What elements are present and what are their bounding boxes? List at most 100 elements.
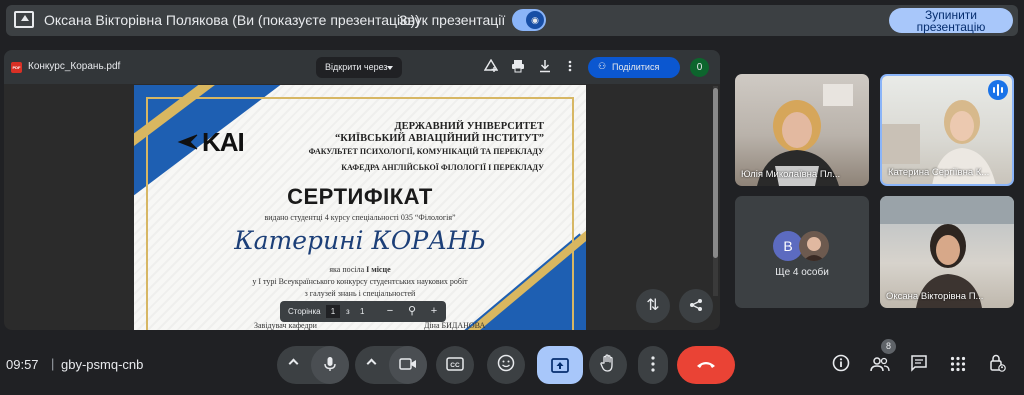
raise-hand-button[interactable] — [589, 346, 627, 384]
participant-photo-avatar — [799, 231, 829, 261]
audio-bar — [997, 84, 999, 96]
more-participants-tile[interactable]: В Ще 4 особи — [735, 196, 869, 308]
end-call-button[interactable] — [677, 346, 735, 384]
hand-icon — [600, 354, 613, 372]
present-screen-icon — [14, 11, 34, 28]
swap-arrows-icon[interactable]: ⇅ — [636, 289, 670, 323]
place-prefix: яка посіла — [329, 265, 365, 274]
participant-name: Юлія Миколаївна Пл... — [741, 169, 841, 180]
place-value: І місце — [366, 265, 391, 274]
camera-button[interactable] — [389, 346, 427, 384]
microphone-button[interactable] — [311, 346, 349, 384]
add-to-drive-icon[interactable] — [484, 59, 498, 73]
competition-round-text: у І турі Всеукраїнського конкурсу студен… — [252, 277, 468, 286]
university-name-line1: ДЕРЖАВНИЙ УНІВЕРСИТЕТ — [394, 121, 544, 132]
presentation-sound-label: Звук презентації — [399, 12, 506, 28]
present-now-button[interactable] — [537, 346, 583, 384]
audio-bar — [993, 87, 995, 93]
reactions-button[interactable] — [487, 346, 525, 384]
microphone-icon — [324, 357, 336, 371]
participant-tile-self[interactable]: Оксана Вікторівна П... — [880, 196, 1014, 308]
meeting-details-button[interactable] — [828, 352, 854, 378]
audio-options-chevron-icon[interactable] — [288, 358, 299, 369]
logo-text: KAI — [202, 127, 245, 157]
page-separator: з — [346, 307, 350, 316]
speaking-indicator-icon — [988, 80, 1008, 100]
kai-logo: KAI — [177, 127, 245, 158]
closed-captions-icon: CC — [446, 357, 464, 371]
open-with-dropdown[interactable]: Відкрити через — [316, 57, 402, 78]
issued-to-text: видано студентці 4 курсу спеціальності 0… — [264, 213, 456, 222]
pdf-file-icon: PDF — [11, 62, 22, 73]
avatar-photo — [803, 237, 825, 261]
university-name-line2: “КИЇВСЬКИЙ АВІАЦІЙНИЙ ІНСТИТУТ” — [335, 133, 544, 144]
apps-grid-icon — [950, 356, 966, 372]
share-nodes-icon — [690, 299, 702, 311]
chat-button[interactable] — [906, 352, 932, 378]
more-vertical-icon — [651, 356, 655, 372]
video-controls — [355, 346, 427, 384]
more-vertical-icon[interactable] — [563, 59, 577, 73]
signature-name: Діна БИДАНОВА — [424, 321, 486, 330]
participant-tile-speaking[interactable]: Катерина Сергіївна К... — [880, 74, 1014, 186]
share-label: Поділитися — [612, 62, 660, 72]
person-add-icon: ⚇ — [598, 61, 607, 71]
activities-button[interactable] — [945, 352, 971, 378]
faculty-name: ФАКУЛЬТЕТ ПСИХОЛОГІЇ, КОМУНІКАЦІЙ ТА ПЕР… — [308, 147, 544, 156]
participant-tile[interactable]: Юлія Миколаївна Пл... — [735, 74, 869, 186]
info-icon — [832, 354, 850, 372]
current-time: 09:57 — [6, 357, 39, 372]
airplane-icon — [177, 134, 198, 150]
zoom-out-icon[interactable]: − — [383, 304, 397, 318]
more-options-button[interactable] — [638, 346, 668, 384]
viewer-count: 0 — [690, 58, 709, 77]
captions-button[interactable]: CC — [436, 346, 474, 384]
place-text: яка посіла І місце — [134, 265, 586, 274]
zoom-in-icon[interactable]: + — [427, 304, 441, 318]
more-people-label: Ще 4 особи — [775, 267, 829, 278]
chat-icon — [911, 355, 927, 372]
camera-icon — [399, 358, 416, 370]
host-controls-button[interactable] — [984, 352, 1010, 378]
page-number-input[interactable]: 1 — [326, 305, 340, 318]
video-options-chevron-icon[interactable] — [366, 358, 377, 369]
share-button[interactable]: ⚇ Поділитися — [588, 57, 680, 78]
people-button[interactable] — [867, 352, 893, 378]
certificate-title: СЕРТИФІКАТ — [287, 184, 433, 209]
meeting-code: gby-psmq-cnb — [61, 357, 144, 372]
page-total: 1 — [360, 307, 365, 316]
participant-name: Катерина Сергіївна К... — [888, 167, 990, 178]
audio-bar — [1001, 87, 1003, 93]
zoom-icon[interactable]: ⚲ — [405, 304, 419, 318]
open-with-label: Відкрити через — [325, 62, 388, 72]
presentation-sound-toggle[interactable]: ◉ — [512, 9, 546, 31]
pdf-filename: Конкурс_Корань.pdf — [28, 61, 121, 72]
certificate-page: KAI ДЕРЖАВНИЙ УНІВЕРСИТЕТ “КИЇВСЬКИЙ АВІ… — [134, 85, 586, 330]
download-icon[interactable] — [538, 59, 552, 73]
presentation-stage: PDF Конкурс_Корань.pdf Відкрити через ⚇ … — [4, 50, 720, 330]
recipient-name: Катерині КОРАНЬ — [234, 226, 486, 255]
page-label: Сторінка — [288, 307, 321, 316]
svg-text:CC: CC — [450, 362, 460, 369]
volume-icon: ◉ — [526, 11, 544, 29]
chevron-down-icon — [387, 66, 393, 70]
print-icon[interactable] — [511, 59, 525, 73]
hang-up-icon — [697, 362, 715, 368]
pdf-toolbar: PDF Конкурс_Корань.pdf Відкрити через ⚇ … — [4, 50, 720, 84]
page-navigation-bar: Сторінка 1 з 1 − ⚲ + — [280, 301, 446, 322]
emoji-icon — [497, 354, 515, 372]
share-icon[interactable] — [679, 289, 713, 323]
presenter-status-text: Оксана Вікторівна Полякова (Ви (показуєт… — [44, 12, 420, 28]
field-of-knowledge-text: з галузей знань і спеціальностей — [304, 289, 416, 298]
presenting-banner: Оксана Вікторівна Полякова (Ви (показуєт… — [6, 5, 1018, 36]
audio-controls — [277, 346, 349, 384]
department-name: КАФЕДРА АНГЛІЙСЬКОЇ ФІЛОЛОГІЇ І ПЕРЕКЛАД… — [341, 163, 544, 172]
bottom-divider: | — [51, 356, 55, 371]
present-screen-icon — [551, 358, 569, 373]
participant-name: Оксана Вікторівна П... — [886, 291, 984, 302]
lock-person-icon — [990, 354, 1006, 372]
stop-presenting-button[interactable]: Зупинити презентацію — [889, 8, 1013, 33]
head-of-department-label: Завідувач кафедри — [254, 321, 317, 330]
people-icon — [870, 357, 890, 372]
scrollbar-thumb[interactable] — [713, 88, 718, 258]
